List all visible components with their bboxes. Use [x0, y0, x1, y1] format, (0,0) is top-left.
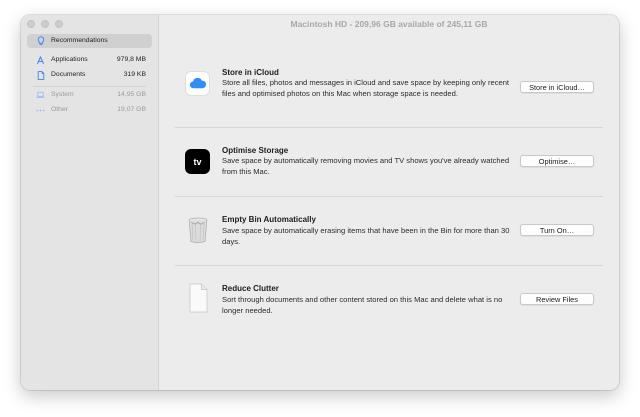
apple-tv-label: tv	[193, 156, 202, 167]
recommendation-description: Store all files, photos and messages in …	[222, 78, 510, 98]
lightbulb-icon	[36, 34, 45, 48]
recommendations-panel: Store in iCloud Store all files, photos …	[159, 33, 619, 390]
laptop-icon	[36, 88, 45, 102]
recommendation-title: Optimise Storage	[222, 146, 289, 155]
recommendation-title: Empty Bin Automatically	[222, 215, 316, 224]
sidebar-item-recommendations[interactable]: Recommendations	[27, 34, 152, 48]
window-title: Macintosh HD - 209,96 GB available of 24…	[290, 19, 488, 29]
sidebar-item-label: System	[51, 91, 74, 98]
recommendation-title: Store in iCloud	[222, 68, 279, 77]
sidebar-divider	[33, 86, 146, 87]
sidebar-item-label: Documents	[51, 71, 86, 78]
document-icon	[36, 68, 45, 82]
sidebar-item-label: Recommendations	[51, 37, 108, 44]
section-divider	[175, 196, 603, 197]
recommendation-description: Save space by automatically erasing item…	[222, 226, 510, 246]
sidebar-item-label: Other	[51, 106, 68, 113]
close-window-button[interactable]	[27, 20, 35, 28]
recommendation-description: Sort through documents and other content…	[222, 295, 503, 315]
sidebar-item-size: 14,95 GB	[117, 91, 146, 98]
document-icon	[185, 283, 210, 312]
ellipsis-icon	[36, 103, 45, 117]
sidebar-item-size: 319 KB	[123, 71, 146, 78]
sidebar-item-applications[interactable]: Applications 979,8 MB	[27, 53, 152, 67]
sidebar-item-system: System 14,95 GB	[27, 88, 152, 102]
store-in-icloud-button[interactable]: Store in iCloud…	[520, 81, 594, 93]
review-files-button[interactable]: Review Files	[520, 293, 594, 305]
sidebar-item-other: Other 19,07 GB	[27, 103, 152, 117]
turn-on-button[interactable]: Turn On…	[520, 224, 594, 236]
trash-bin-icon	[185, 217, 210, 243]
recommendation-description: Save space by automatically removing mov…	[222, 156, 510, 176]
sidebar: Recommendations Applications 979,8 MB Do…	[21, 15, 159, 390]
storage-window: Recommendations Applications 979,8 MB Do…	[21, 15, 619, 390]
sidebar-item-documents[interactable]: Documents 319 KB	[27, 68, 152, 82]
optimise-button[interactable]: Optimise…	[520, 155, 594, 167]
traffic-lights	[27, 20, 63, 28]
recommendation-title: Reduce Clutter	[222, 284, 279, 293]
sidebar-item-size: 979,8 MB	[116, 56, 146, 63]
icloud-icon	[185, 71, 210, 96]
sidebar-item-size: 19,07 GB	[117, 106, 146, 113]
minimize-window-button[interactable]	[41, 20, 49, 28]
app-store-icon	[36, 53, 45, 67]
apple-tv-icon: tv	[185, 149, 210, 174]
section-divider	[175, 127, 603, 128]
section-divider	[175, 265, 603, 266]
sidebar-item-label: Applications	[51, 56, 88, 63]
zoom-window-button[interactable]	[55, 20, 63, 28]
